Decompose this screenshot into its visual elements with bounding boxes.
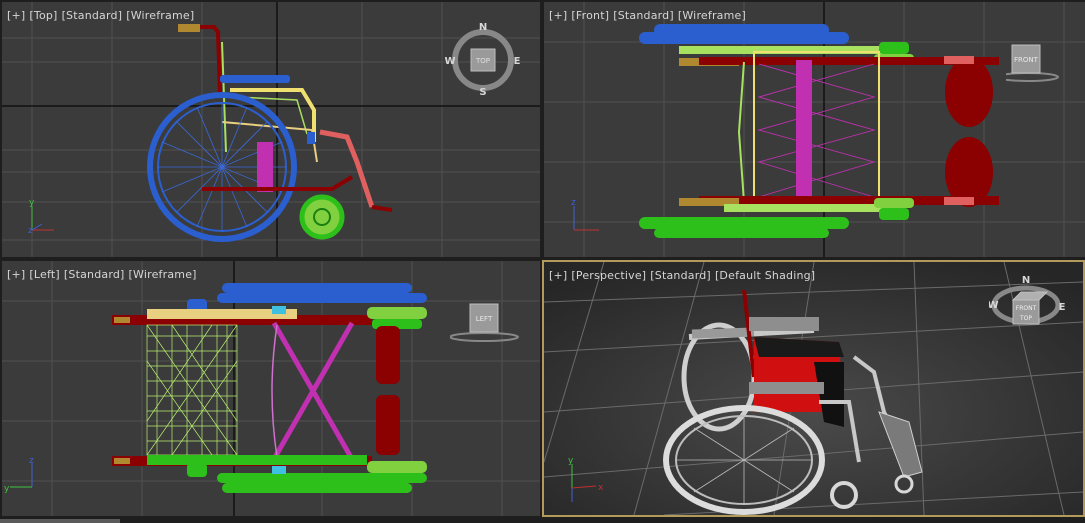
viewport-menu-button[interactable]: [+] xyxy=(7,268,25,281)
compass-e: E xyxy=(514,56,521,67)
view-mode-label[interactable]: [Standard] xyxy=(650,269,711,282)
shading-mode-label[interactable]: [Wireframe] xyxy=(678,9,746,22)
axis-z-label: z xyxy=(28,226,33,236)
viewcube-compass-perspective[interactable]: FRONT TOP N E W xyxy=(989,272,1074,347)
view-type-label[interactable]: [Front] xyxy=(571,9,609,22)
front-viewport-canvas: z xyxy=(544,2,1085,257)
shading-mode-label[interactable]: [Wireframe] xyxy=(129,268,197,281)
viewcube-front[interactable]: FRONT xyxy=(1006,42,1076,87)
compass-s: S xyxy=(479,87,486,98)
axis-z-label: z xyxy=(29,456,34,466)
viewport-top[interactable]: y z [+] [Top] [Standard] [Wireframe] TOP N … xyxy=(2,2,540,257)
time-slider-tab[interactable] xyxy=(0,519,120,523)
wheelchair-left-model xyxy=(112,283,427,493)
viewport-label-front: [+] [Front] [Standard] [Wireframe] xyxy=(549,9,750,22)
viewport-label-top: [+] [Top] [Standard] [Wireframe] xyxy=(7,9,198,22)
compass-e: E xyxy=(1059,302,1066,313)
viewcube-face-top: TOP xyxy=(1019,315,1032,322)
view-type-label[interactable]: [Top] xyxy=(29,9,57,22)
viewcube-face-label: TOP xyxy=(475,57,490,65)
viewcube-face-front: FRONT xyxy=(1016,305,1037,312)
axis-y-label: y xyxy=(29,198,35,208)
compass-n: N xyxy=(1022,275,1030,286)
compass-w: W xyxy=(445,56,456,67)
axis-y-label: y xyxy=(568,456,574,466)
view-type-label[interactable]: [Perspective] xyxy=(571,269,646,282)
view-mode-label[interactable]: [Standard] xyxy=(613,9,674,22)
axis-z-label: z xyxy=(571,198,576,208)
viewcube-compass-top[interactable]: TOP N S E W xyxy=(445,20,525,100)
status-strip xyxy=(0,517,1085,523)
wheelchair-top-model xyxy=(147,24,393,242)
viewport-label-left: [+] [Left] [Standard] [Wireframe] xyxy=(7,268,201,281)
axis-x-label: x xyxy=(598,483,604,493)
axis-tripod-top xyxy=(31,206,54,231)
viewcube-face-label: FRONT xyxy=(1014,56,1039,64)
viewport-left[interactable]: z y [+] [Left] [Standard] [Wireframe] LEFT xyxy=(2,261,540,516)
view-mode-label[interactable]: [Standard] xyxy=(62,9,123,22)
wheelchair-front-model xyxy=(639,24,999,238)
axis-tripod-left xyxy=(10,463,33,488)
view-mode-label[interactable]: [Standard] xyxy=(64,268,125,281)
viewport-front[interactable]: z [+] [Front] [Standard] [Wireframe] FRONT xyxy=(544,2,1085,257)
viewport-menu-button[interactable]: [+] xyxy=(7,9,25,22)
compass-w: W xyxy=(989,300,999,311)
viewport-menu-button[interactable]: [+] xyxy=(549,9,567,22)
axis-y-label: y xyxy=(4,484,10,494)
shading-mode-label[interactable]: [Default Shading] xyxy=(715,269,815,282)
viewcube-face-label: LEFT xyxy=(476,315,493,323)
viewcube-left[interactable]: LEFT xyxy=(450,301,525,346)
shading-mode-label[interactable]: [Wireframe] xyxy=(126,9,194,22)
viewport-menu-button[interactable]: [+] xyxy=(549,269,567,282)
view-type-label[interactable]: [Left] xyxy=(29,268,59,281)
axis-tripod-front xyxy=(573,206,599,231)
viewport-perspective[interactable]: y x [+] [Perspective] [Standard] [Default S… xyxy=(542,260,1085,517)
compass-n: N xyxy=(479,22,487,33)
left-viewport-canvas: z y xyxy=(2,261,540,516)
viewport-label-perspective: [+] [Perspective] [Standard] [Default Shadi… xyxy=(549,269,819,282)
